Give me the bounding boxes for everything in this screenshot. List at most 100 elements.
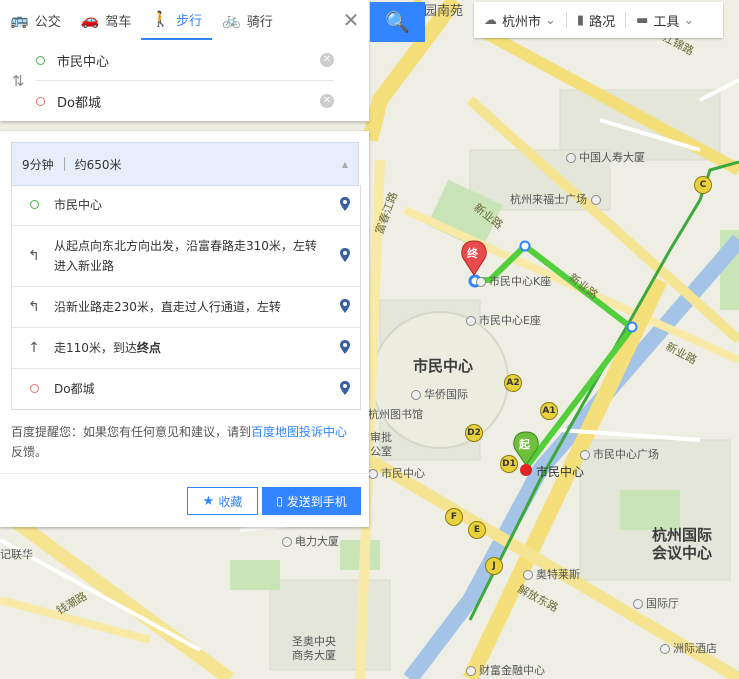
map-label-west-text: 市民中心 (381, 467, 425, 480)
swap-icon[interactable]: ⇅ (12, 72, 25, 90)
feedback-tip: 百度提醒您：如果您有任何意见和建议，请到百度地图投诉中心反馈。 (11, 422, 359, 462)
end-input[interactable] (55, 92, 309, 110)
complaint-center-link[interactable]: 百度地图投诉中心 (251, 425, 347, 439)
step-text: 走110米，到达终点 (54, 338, 161, 358)
search-icon: 🔍 (385, 10, 410, 34)
map-label-guoji-hall: 国际厅 (633, 595, 679, 611)
cloud-icon: ☁ (484, 12, 497, 28)
locate-pin-icon[interactable] (340, 340, 350, 354)
map-label-power-text: 电力大厦 (295, 535, 339, 548)
traffic-light-icon: ▮ (576, 12, 585, 28)
traffic-button[interactable]: ▮ 路况 (567, 2, 625, 38)
map-label-aote: 奥特莱斯 (523, 566, 580, 582)
bus-icon: 🚌 (10, 11, 29, 29)
poi-icon (523, 570, 533, 580)
toolbox-icon: ▬ (636, 12, 649, 28)
route-summary[interactable]: 9分钟 约650米 ▲ (11, 142, 359, 186)
step-text: 市民中心 (54, 198, 103, 212)
start-point-icon (24, 195, 44, 215)
step-text: Do都城 (54, 382, 95, 396)
route-steps: 市民中心 ↰ 从起点向东北方向出发，沿富春路走310米，左转进入新业路 ↰ 沿新… (11, 185, 361, 410)
tip-text-end: 反馈。 (11, 445, 48, 459)
route-time: 9分钟 (22, 157, 54, 172)
phone-icon: ▯ (276, 494, 283, 508)
map-label-aote-text: 奥特莱斯 (536, 568, 580, 581)
metro-exit-a2[interactable]: A2 (504, 374, 522, 392)
step-text: 沿新业路走230米，直走过人行通道，左转 (54, 300, 281, 314)
tab-car[interactable]: 🚗 驾车 (71, 0, 142, 40)
map-label-zhouji: 洲际酒店 (660, 640, 717, 656)
car-icon: 🚗 (80, 11, 100, 29)
start-marker-label: 起 (519, 438, 530, 451)
map-label-library: 杭州图书馆 (368, 408, 423, 421)
end-row: ✕ (36, 81, 334, 121)
search-button[interactable]: 🔍 (370, 2, 425, 42)
poi-icon (466, 316, 476, 326)
close-icon[interactable]: ✕ (333, 8, 369, 32)
collapse-icon[interactable]: ▲ (332, 160, 358, 169)
metro-exit-a1[interactable]: A1 (540, 402, 558, 420)
step-text-before: 走110米，到达 (54, 341, 137, 355)
city-label: 杭州市 (502, 14, 542, 30)
tools-label: 工具 (653, 14, 680, 30)
action-buttons: ★ 收藏 ▯ 发送到手机 (0, 473, 369, 528)
poi-icon (476, 277, 486, 287)
metro-exit-f[interactable]: F (445, 508, 463, 526)
tab-walk[interactable]: 🚶 步行 (141, 0, 213, 40)
favorite-label: 收藏 (218, 494, 243, 509)
end-marker-label: 终 (467, 247, 478, 260)
locate-pin-icon[interactable] (340, 248, 350, 262)
tab-bus[interactable]: 🚌 公交 (0, 0, 71, 40)
map-label-zhouji-text: 洲际酒店 (673, 642, 717, 655)
star-icon: ★ (202, 493, 215, 509)
map-label-caifu: 财富金融中心 (466, 662, 545, 678)
clear-end-icon[interactable]: ✕ (320, 94, 334, 108)
map-label-e-text: 市民中心E座 (479, 314, 541, 327)
step-3[interactable]: ↑ 走110米，到达终点 (12, 327, 360, 368)
step-text: 从起点向东北方向出发，沿富春路走310米，左转进入新业路 (54, 239, 317, 273)
map-label-top-road: 园南苑 (424, 4, 464, 19)
map-label-station: 市民中心 (536, 465, 585, 479)
end-point-icon (36, 96, 45, 106)
metro-exit-e[interactable]: E (468, 521, 486, 539)
step-2[interactable]: ↰ 沿新业路走230米，直走过人行通道，左转 (12, 286, 360, 327)
map-label-laifu: 杭州来福士广场 (510, 191, 604, 207)
map-label-guoji-hall-text: 国际厅 (646, 597, 679, 610)
metro-exit-d1[interactable]: D1 (500, 455, 518, 473)
map-label-huaqiao-text: 华侨国际 (424, 388, 468, 401)
start-point-icon (36, 55, 45, 65)
map-label-guoji-2: 会议中心 (652, 544, 713, 562)
step-start[interactable]: 市民中心 (12, 185, 360, 225)
send-label: 发送到手机 (286, 494, 347, 509)
metro-exit-j[interactable]: J (485, 557, 503, 575)
tab-bike[interactable]: 🚲 骑行 (212, 0, 283, 40)
route-result-panel: 9分钟 约650米 ▲ 市民中心 ↰ 从起点向东北方向出发，沿富春路走310米，… (0, 131, 369, 527)
locate-pin-icon[interactable] (340, 381, 350, 395)
locate-pin-icon[interactable] (340, 197, 350, 211)
favorite-button[interactable]: ★ 收藏 (187, 487, 258, 515)
clear-start-icon[interactable]: ✕ (320, 53, 334, 67)
step-end[interactable]: Do都城 (12, 368, 360, 409)
poi-icon (466, 666, 476, 676)
map-label-lianhua: 记联华 (0, 548, 33, 561)
metro-exit-d2[interactable]: D2 (465, 424, 483, 442)
map-label-west: 市民中心 (368, 465, 425, 481)
send-to-phone-button[interactable]: ▯ 发送到手机 (262, 487, 361, 515)
map-toolbar: ☁ 杭州市 ⌄ ▮ 路况 ▬ 工具 ⌄ (474, 2, 723, 38)
map-label-guangchang-text: 市民中心广场 (593, 448, 659, 461)
chevron-down-icon: ⌄ (683, 12, 695, 28)
tools-button[interactable]: ▬ 工具 ⌄ (626, 2, 704, 38)
metro-exit-c[interactable]: C (694, 176, 712, 194)
map-label-e: 市民中心E座 (466, 312, 541, 328)
chevron-down-icon: ⌄ (545, 12, 556, 28)
map-label-caifu-text: 财富金融中心 (479, 664, 545, 677)
end-point-icon (24, 379, 44, 399)
city-selector[interactable]: ☁ 杭州市 ⌄ (474, 2, 566, 38)
map-label-k-text: 市民中心K座 (489, 275, 552, 288)
start-input[interactable] (55, 51, 309, 69)
map-label-gongsi: 公室 (370, 445, 392, 458)
poi-icon (633, 599, 643, 609)
map-label-shengao-2: 商务大厦 (292, 649, 336, 662)
step-1[interactable]: ↰ 从起点向东北方向出发，沿富春路走310米，左转进入新业路 (12, 225, 360, 286)
locate-pin-icon[interactable] (340, 299, 350, 313)
